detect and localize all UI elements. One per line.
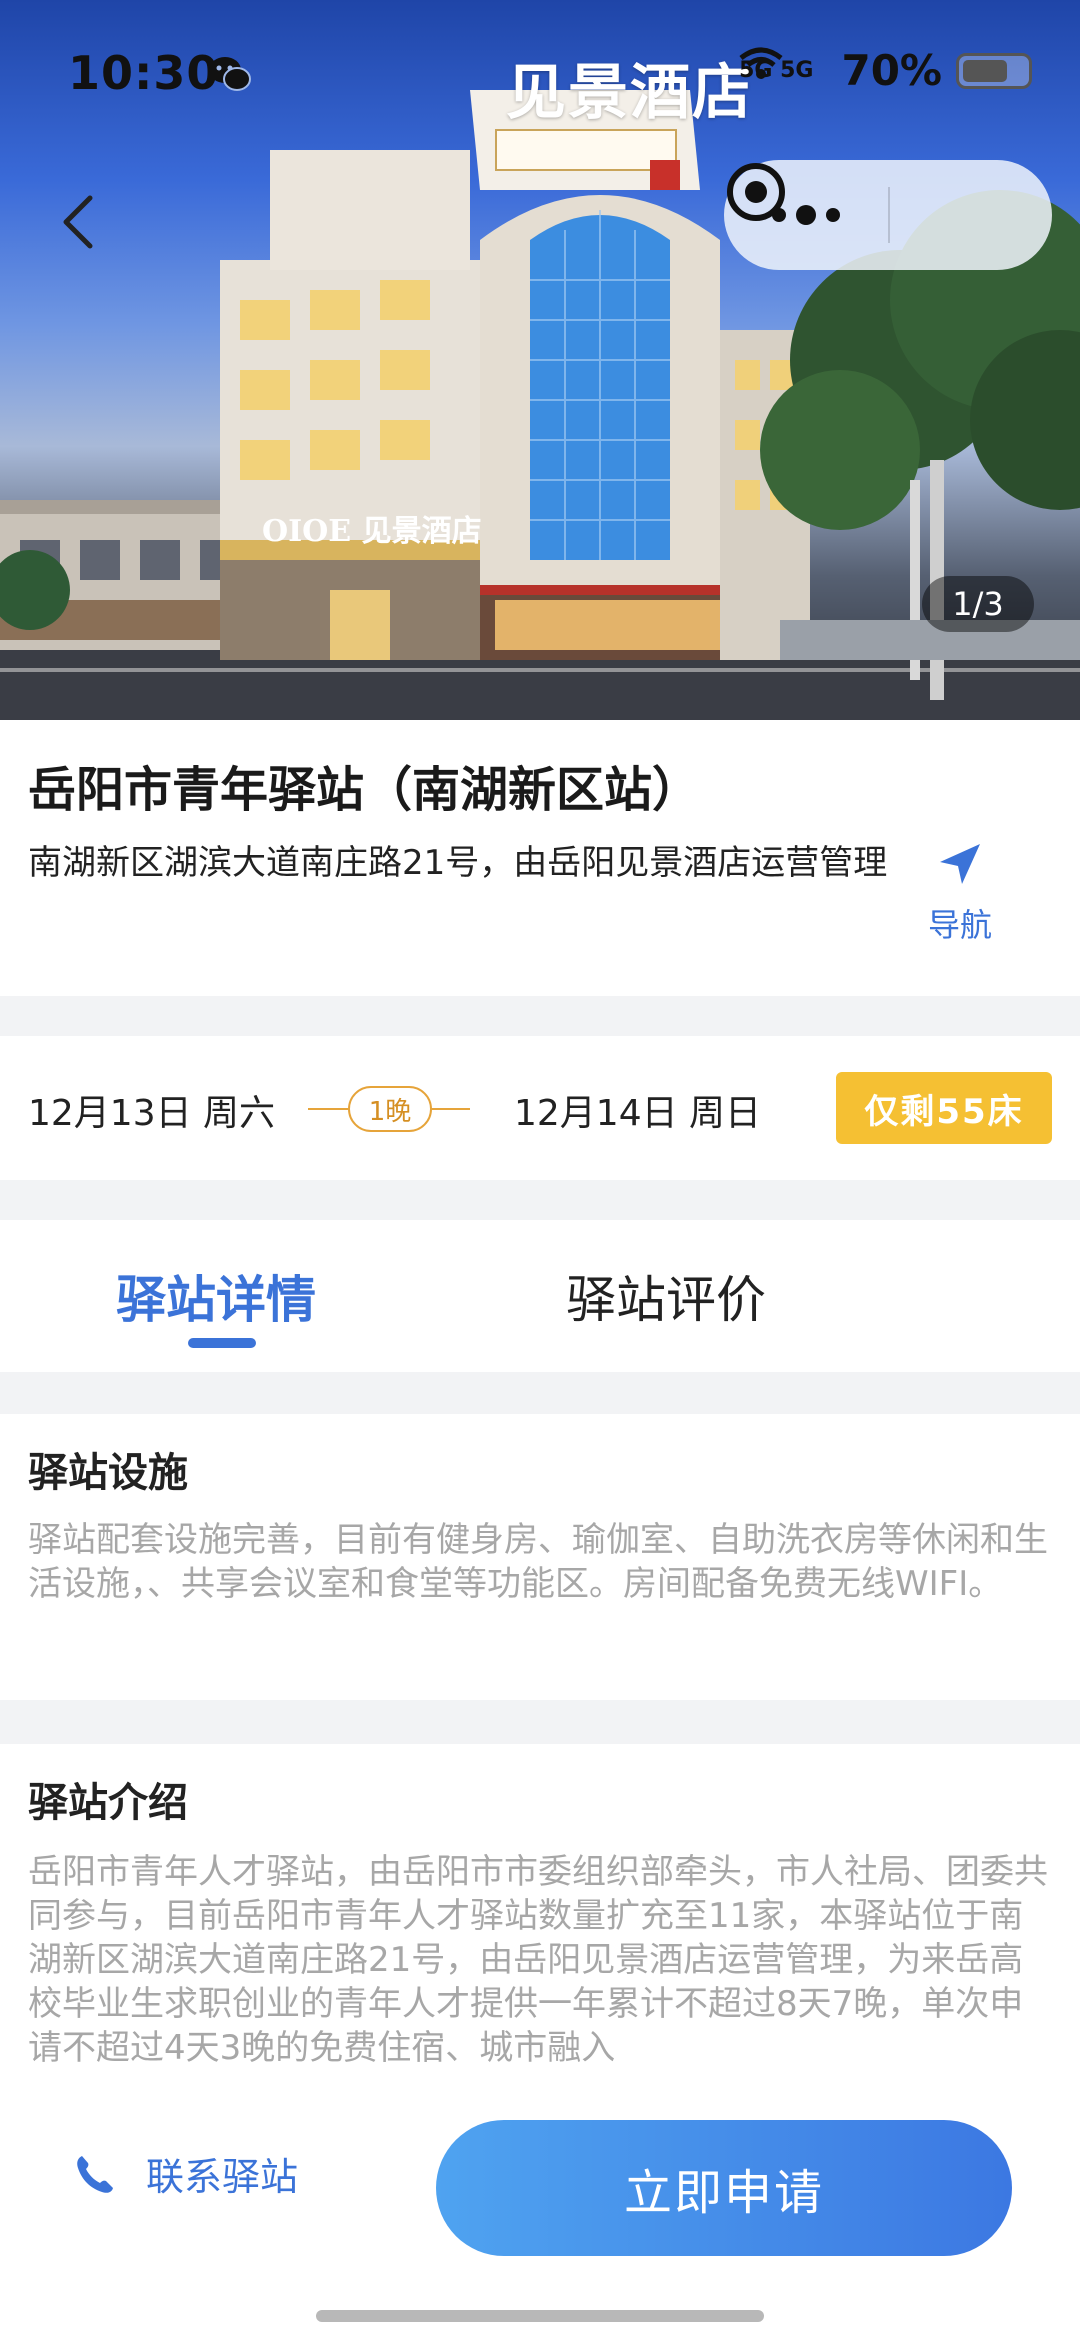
- apply-now-button[interactable]: 立即申请: [436, 2120, 1012, 2256]
- back-button[interactable]: [48, 180, 108, 260]
- photo-counter: 1/3: [922, 576, 1034, 632]
- tab-station-reviews[interactable]: 驿站评价: [566, 1260, 766, 1332]
- tab-bar: 驿站详情 驿站评价: [0, 1220, 1080, 1372]
- home-indicator: [316, 2310, 764, 2322]
- battery-percent: 70%: [841, 46, 942, 95]
- facilities-body: 驿站配套设施完善，目前有健身房、瑜伽室、自助洗衣房等休闲和生活设施，、共享会议室…: [28, 1520, 1048, 1604]
- navigate-label: 导航: [927, 906, 992, 944]
- intro-section: 驿站介绍 岳阳市青年人才驿站，由岳阳市市委组织部牵头，市人社局、团委共同参与，目…: [0, 1744, 1080, 2104]
- miniprogram-capsule: [724, 160, 1052, 270]
- intro-title: 驿站介绍: [28, 1780, 188, 1826]
- status-time: 10:30: [68, 46, 220, 100]
- checkout-date[interactable]: 12月14日 周日: [514, 1084, 761, 1136]
- battery-icon: [956, 52, 1032, 89]
- station-title: 岳阳市青年驿站（南湖新区站）: [28, 762, 701, 818]
- facilities-title: 驿站设施: [28, 1450, 188, 1496]
- close-miniprogram-button[interactable]: [727, 160, 1052, 270]
- beds-remaining-badge: 仅剩55床: [836, 1072, 1052, 1144]
- navigation-arrow-icon: [940, 844, 980, 884]
- date-selector[interactable]: 12月13日 周六 1晚 12月14日 周日 仅剩55床: [0, 1036, 1080, 1180]
- phone-icon: [77, 2155, 113, 2193]
- station-info-card: 岳阳市青年驿站（南湖新区站） 南湖新区湖滨大道南庄路21号，由岳阳见景酒店运营管…: [0, 720, 1080, 996]
- target-close-icon: [727, 163, 785, 221]
- facilities-section: 驿站设施 驿站配套设施完善，目前有健身房、瑜伽室、自助洗衣房等休闲和生活设施，、…: [0, 1414, 1080, 1700]
- more-dot-icon: [826, 208, 840, 222]
- intro-body: 岳阳市青年人才驿站，由岳阳市市委组织部牵头，市人社局、团委共同参与，目前岳阳市青…: [28, 1852, 1048, 2068]
- more-dot-icon: [796, 205, 816, 225]
- status-bar: 10:30 5G 5G 70%: [0, 0, 1080, 150]
- checkin-date[interactable]: 12月13日 周六: [28, 1084, 275, 1136]
- tab-station-details[interactable]: 驿站详情: [116, 1260, 316, 1332]
- navigate-button[interactable]: 导航: [920, 840, 1000, 946]
- hotel-storefront-sign: OIOE 见景酒店: [262, 514, 482, 549]
- hotel-photo-carousel[interactable]: 见景酒店 OIOE 见景酒店 10:30 5G 5G 70% 1/3: [0, 0, 1080, 720]
- bottom-action-bar: 联系驿站 立即申请: [0, 2066, 1080, 2345]
- active-tab-indicator: [188, 1338, 256, 1348]
- contact-station-button[interactable]: 联系驿站: [72, 2146, 298, 2201]
- nights-badge: 1晚: [348, 1086, 432, 1132]
- chevron-left-icon: [63, 195, 93, 249]
- station-address: 南湖新区湖滨大道南庄路21号，由岳阳见景酒店运营管理: [28, 843, 888, 883]
- contact-station-label: 联系驿站: [146, 2155, 299, 2199]
